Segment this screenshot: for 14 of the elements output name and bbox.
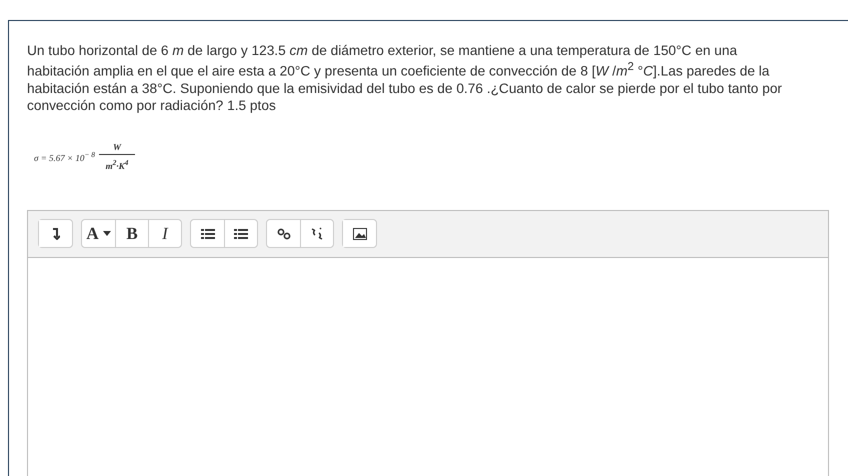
formula-numerator: W <box>99 142 136 156</box>
formula-denominator: m$^{2}$·K$^{4}$ <box>106 157 128 172</box>
caret-icon <box>102 231 111 236</box>
numbered-list-icon <box>234 228 248 240</box>
image-icon <box>352 228 366 240</box>
toolbar-toggle-button[interactable] <box>39 220 72 248</box>
formula-text: σ = 5.67 × 10$^{− 8}$ <box>34 150 96 164</box>
unlink-button[interactable] <box>300 220 333 248</box>
image-button[interactable] <box>343 220 376 248</box>
italic-button[interactable]: I <box>148 220 181 248</box>
question-text: Un tubo horizontal de 6 m de largo y 123.5 cm de diámetro exterior, se mantiene a una temperatura de 150°C en una habitación amplia en el que el aire esta a 20°C y presenta un coeficiente de convección de 8 [W /m$^{2}$ °C].Las paredes de la habitación están a 38°C. Suponiendo que la emisividad del tubo es de 0.76 .¿Cuanto de calor se pierde por el tubo tanto por convección como por radiación? 1.5 ptos <box>27 42 783 114</box>
arrow-down-icon <box>52 228 60 240</box>
bullet-list-icon <box>200 228 214 240</box>
link-icon <box>276 228 290 240</box>
